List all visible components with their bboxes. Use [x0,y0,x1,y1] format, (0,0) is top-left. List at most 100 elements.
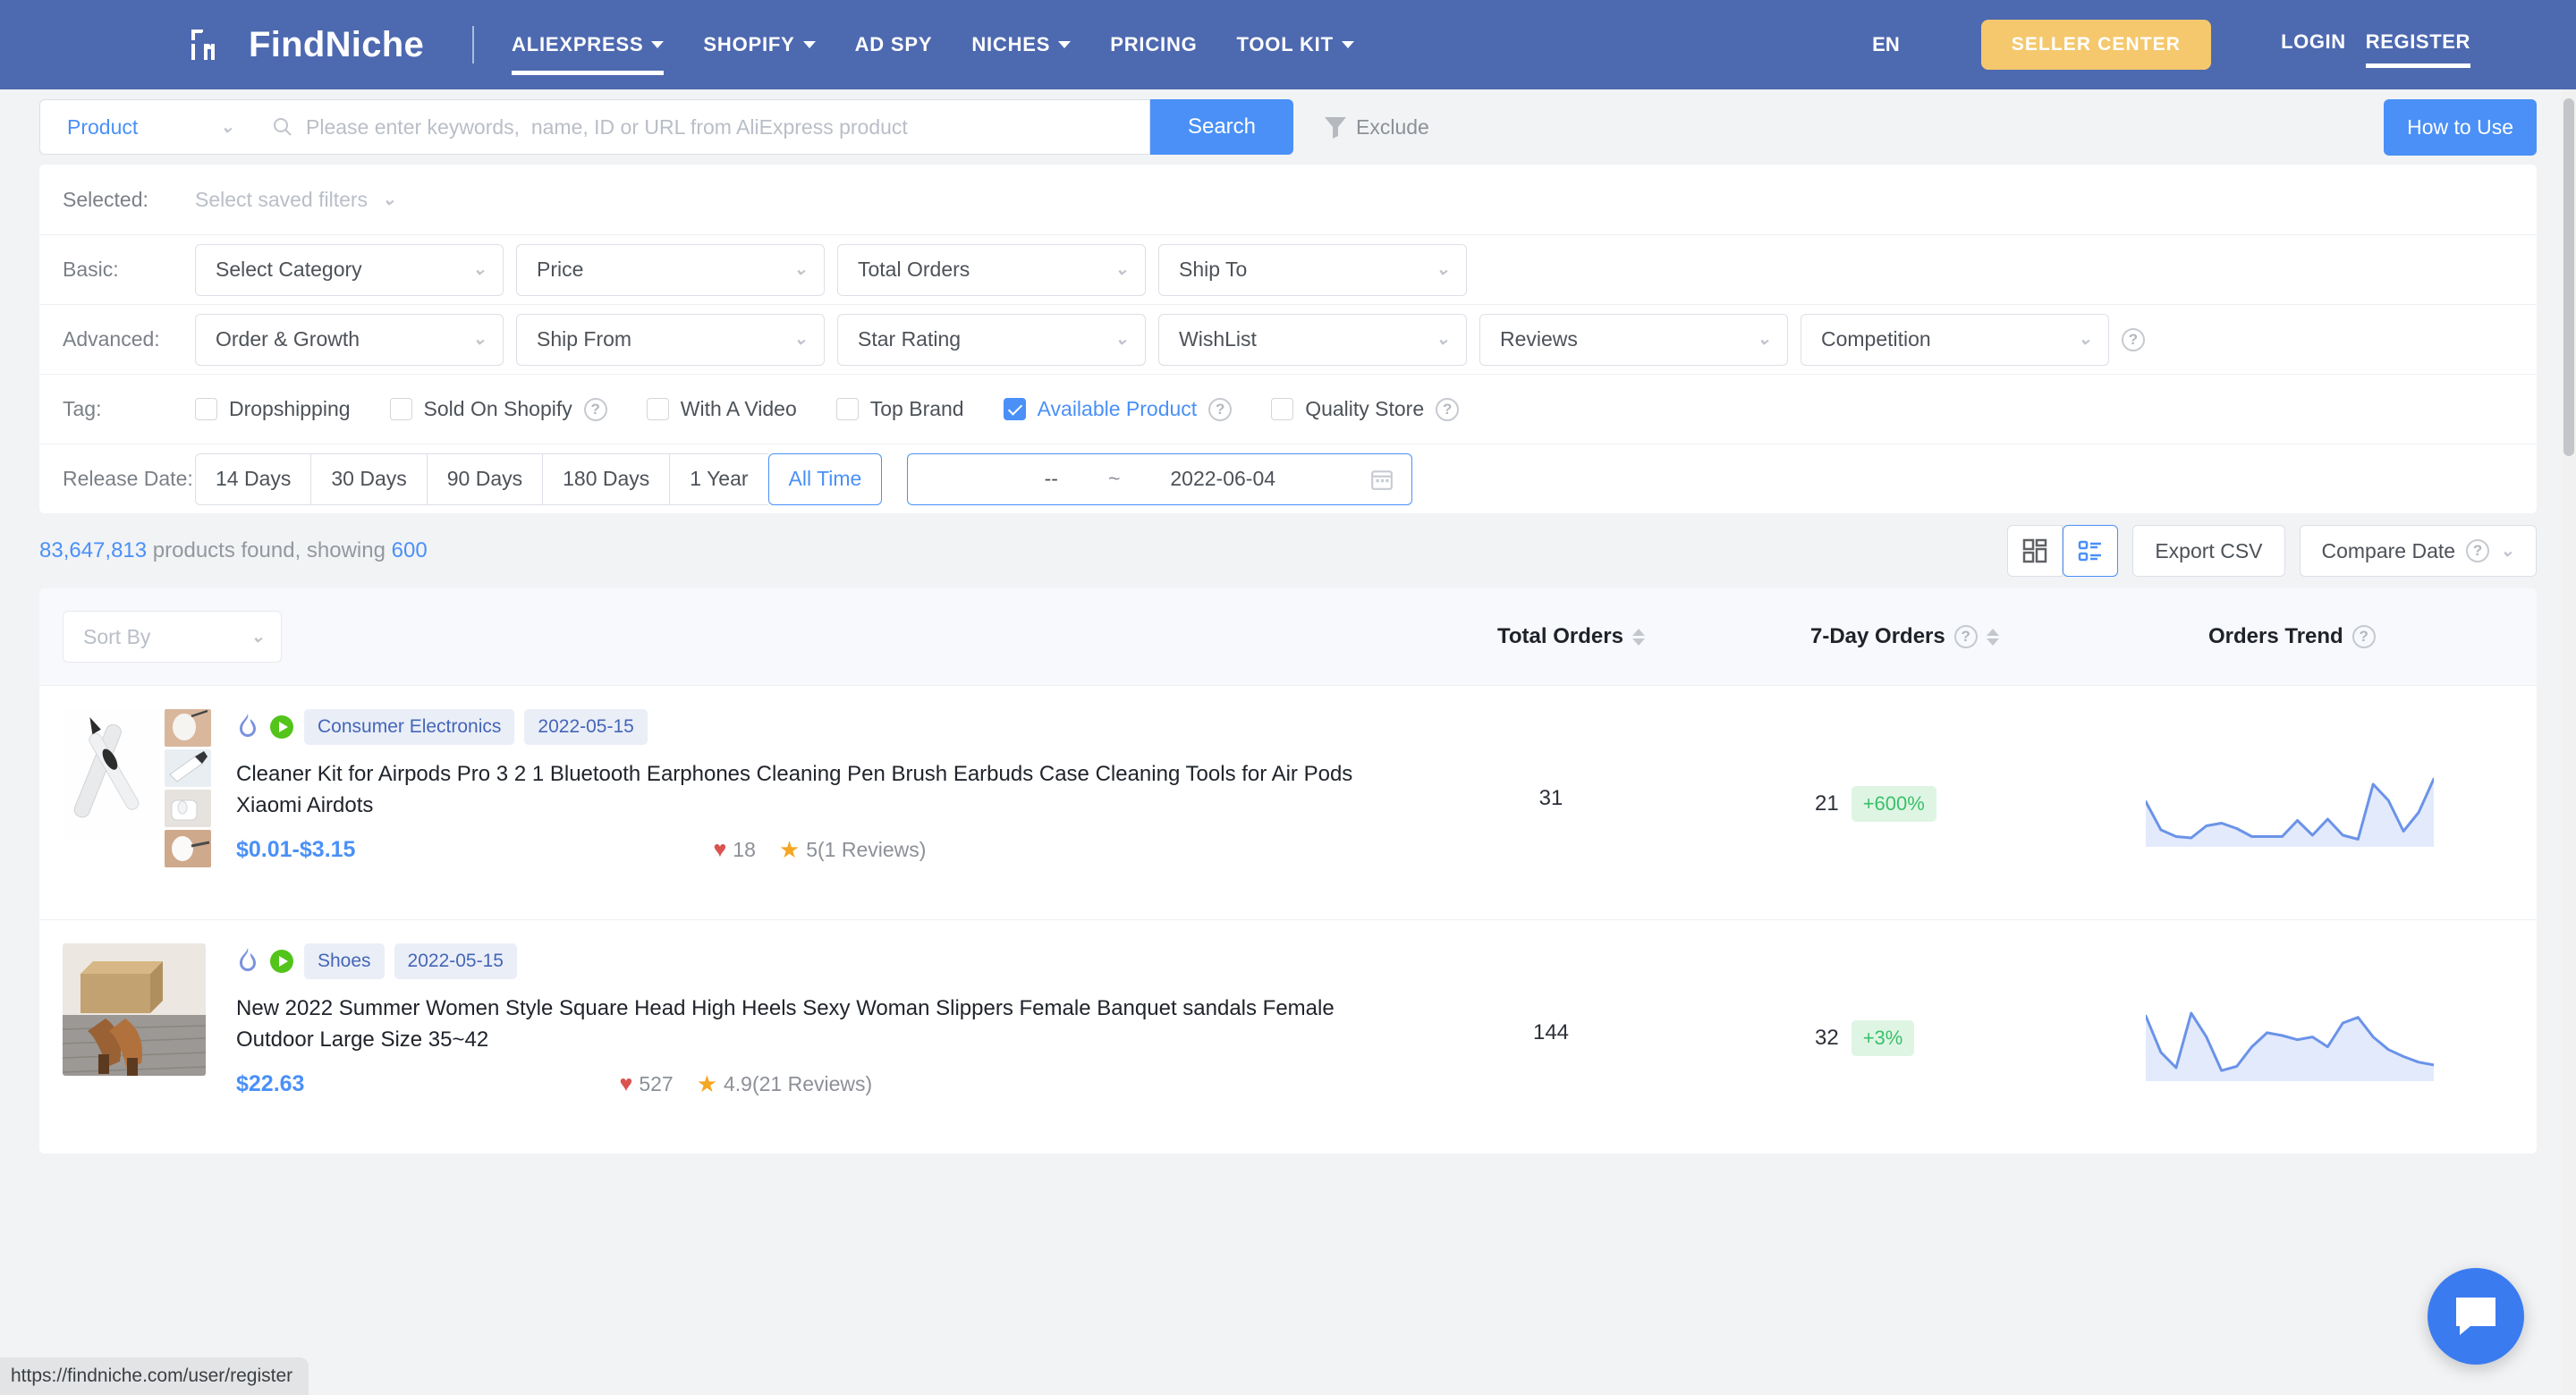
search-button[interactable]: Search [1150,99,1293,155]
play-video-icon[interactable] [269,949,294,974]
filter-value: Order & Growth [216,327,360,351]
nav-item-ad-spy[interactable]: AD SPY [855,28,933,62]
filter-order-growth[interactable]: Order & Growth ⌄ [195,313,504,366]
seller-center-button[interactable]: SELLER CENTER [1980,20,2212,70]
export-csv-button[interactable]: Export CSV [2132,525,2285,577]
column-header-total-orders[interactable]: Total Orders [1497,624,1645,649]
table-row[interactable]: Consumer Electronics 2022-05-15 Cleaner … [39,685,2537,919]
nav-item-shopify[interactable]: SHOPIFY [703,28,816,62]
selected-label: Selected: [63,187,148,211]
sold-on-shopify-help-icon[interactable]: ? [583,397,607,421]
nav-item-tool-kit[interactable]: TOOL KIT [1237,28,1354,62]
tag-top-brand[interactable]: Top Brand [835,397,964,421]
results-showing: 600 [391,538,428,562]
checkbox[interactable] [195,398,217,420]
play-video-icon[interactable] [269,714,294,740]
filter-total-orders[interactable]: Total Orders ⌄ [837,243,1146,296]
product-title[interactable]: New 2022 Summer Women Style Square Head … [236,993,1399,1056]
date-range-picker[interactable]: -- ~ 2022-06-04 [907,452,1413,505]
brand-logo[interactable]: FindNiche [188,24,424,65]
saved-filters-select[interactable]: Select saved filters ⌄ [195,188,396,212]
search-input[interactable] [306,114,1149,140]
sort-arrows-icon[interactable] [1631,628,1645,646]
checkbox[interactable] [646,398,669,420]
funnel-icon [1325,117,1346,139]
list-view-button[interactable] [2063,525,2119,577]
competition-help-icon[interactable]: ? [2122,327,2145,351]
tag-label-text: Dropshipping [229,397,351,420]
filter-value: WishList [1179,327,1257,351]
column-header-7-day-orders[interactable]: 7-Day Orders ? [1810,624,1999,649]
tag-quality-store[interactable]: Quality Store ? [1271,397,1460,421]
register-link[interactable]: REGISTER [2365,30,2471,68]
results-toolbar: 83,647,813 products found, showing 600 E… [0,513,2576,588]
product-thumbnail[interactable] [165,749,211,787]
how-to-use-button[interactable]: How to Use [2384,98,2537,156]
sort-arrows-icon[interactable] [1986,628,1999,646]
search-type-select[interactable]: Product ⌄ [39,99,254,155]
compare-date-button[interactable]: Compare Date ? ⌄ [2299,525,2537,577]
checkbox-checked[interactable] [1003,398,1026,420]
chevron-down-icon: ⌄ [1757,330,1771,349]
segment-180-days[interactable]: 180 Days [542,452,670,505]
filter-competition[interactable]: Competition ⌄ [1801,313,2109,366]
filter-ship-from[interactable]: Ship From ⌄ [516,313,825,366]
filter-wishlist[interactable]: WishList ⌄ [1158,313,1467,366]
segment-1-year[interactable]: 1 Year [669,452,768,505]
status-bar-url: https://findniche.com/user/register [0,1357,309,1395]
product-thumbnail[interactable] [165,709,211,747]
tag-with-a-video[interactable]: With A Video [646,397,797,421]
product-category-chip[interactable]: Shoes [304,943,385,979]
nav-item-aliexpress[interactable]: ALIEXPRESS [512,28,665,75]
segment-all-time[interactable]: All Time [767,452,883,505]
chat-support-button[interactable] [2428,1268,2524,1365]
product-title[interactable]: Cleaner Kit for Airpods Pro 3 2 1 Blueto… [236,759,1399,822]
filter-ship-to[interactable]: Ship To ⌄ [1158,243,1467,296]
export-csv-label: Export CSV [2155,538,2263,562]
growth-badge: +3% [1851,1020,1915,1056]
nav-item-pricing[interactable]: PRICING [1110,28,1197,62]
tag-dropshipping[interactable]: Dropshipping [195,397,351,421]
compare-date-help-icon[interactable]: ? [2466,539,2490,562]
login-link[interactable]: LOGIN [2281,30,2346,59]
chevron-down-icon [1341,41,1354,48]
language-selector[interactable]: EN [1872,33,1908,56]
nav-item-niches[interactable]: NICHES [971,28,1072,62]
product-category-chip[interactable]: Consumer Electronics [304,709,515,745]
chevron-down-icon: ⌄ [1436,330,1450,349]
checkbox[interactable] [389,398,412,420]
filter-star-rating[interactable]: Star Rating ⌄ [837,313,1146,366]
star-icon: ★ [778,835,801,863]
product-photo [63,709,159,841]
checkbox[interactable] [835,398,859,420]
flame-icon [240,948,256,971]
grid-view-button[interactable] [2007,525,2063,577]
product-thumbnail[interactable] [165,790,211,827]
segment-30-days[interactable]: 30 Days [310,452,427,505]
calendar-icon [1371,469,1394,490]
page-scrollbar[interactable] [2562,89,2576,1395]
segment-90-days[interactable]: 90 Days [426,452,543,505]
checkbox[interactable] [1271,398,1294,420]
filter-select-category[interactable]: Select Category ⌄ [195,243,504,296]
table-row[interactable]: Shoes 2022-05-15 New 2022 Summer Women S… [39,919,2537,1154]
product-main-image[interactable] [63,943,206,1076]
tag-sold-on-shopify[interactable]: Sold On Shopify ? [389,397,607,421]
sort-by-select[interactable]: Sort By ⌄ [63,611,282,663]
available-product-help-icon[interactable]: ? [1208,397,1233,421]
filter-reviews[interactable]: Reviews ⌄ [1479,313,1788,366]
quality-store-help-icon[interactable]: ? [1436,397,1460,421]
search-type-value: Product [67,114,139,139]
product-info: Shoes 2022-05-15 New 2022 Summer Women S… [236,943,1399,1098]
segment-14-days[interactable]: 14 Days [195,452,311,505]
filter-price[interactable]: Price ⌄ [516,243,825,296]
product-thumbnail[interactable] [165,830,211,867]
orders-trend-help-icon[interactable]: ? [2351,625,2376,648]
exclude-filter-toggle[interactable]: Exclude [1324,114,1429,140]
seven-day-orders-help-icon[interactable]: ? [1953,625,1978,648]
tag-available-product[interactable]: Available Product ? [1003,397,1233,421]
scrollbar-thumb[interactable] [2563,98,2574,456]
product-main-image[interactable] [63,709,159,841]
nav-label: SHOPIFY [703,33,795,55]
auth-links: LOGIN REGISTER [2281,30,2471,68]
